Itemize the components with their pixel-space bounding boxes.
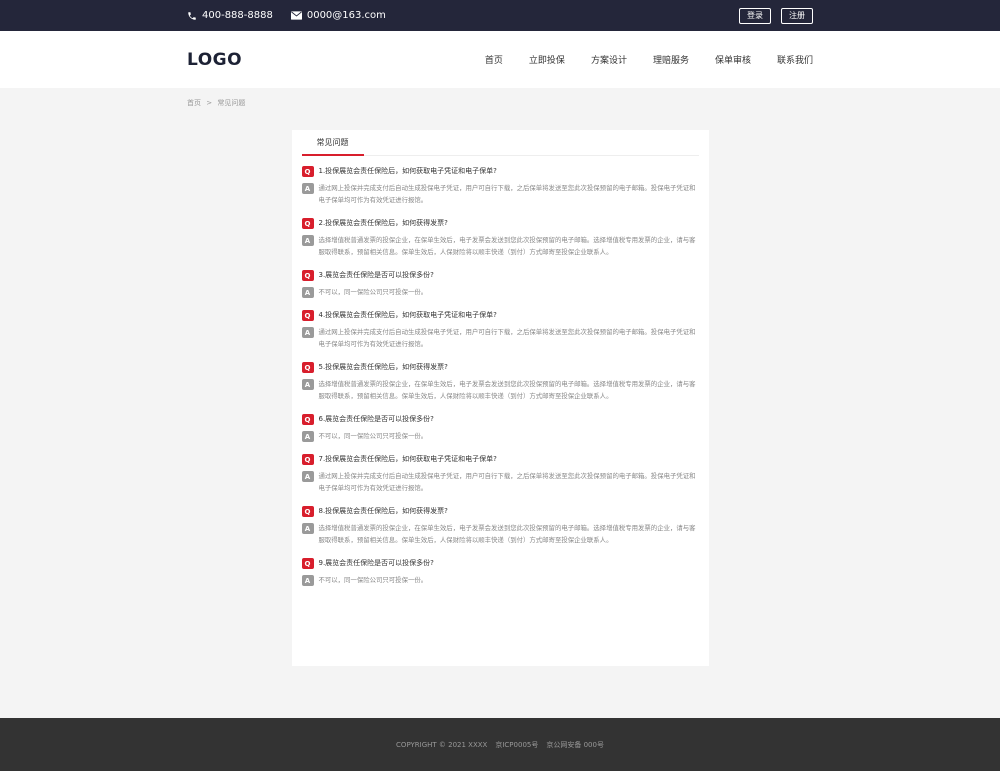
answer-badge: A xyxy=(301,523,314,534)
nav-item-contact[interactable]: 联系我们 xyxy=(777,53,813,66)
faq-item: Q 3.展览会责任保险是否可以投保多份? A 不可以，同一保险公司只可投保一份。 xyxy=(301,270,699,298)
question-badge: Q xyxy=(301,270,314,281)
breadcrumb: 首页 > 常见问题 xyxy=(187,88,813,130)
question-text: 8.投保展览会责任保险后，如何获得发票? xyxy=(318,507,448,515)
question-text: 3.展览会责任保险是否可以投保多份? xyxy=(318,271,434,279)
faq-item: Q 7.投保展览会责任保险后，如何获取电子凭证和电子保单? A 通过网上投保并完成支… xyxy=(301,454,699,494)
footer-copyright: COPYRIGHT © 2021 XXXX xyxy=(396,740,488,749)
nav-item-home[interactable]: 首页 xyxy=(485,53,503,66)
answer-text: 选择增值税普通发票的投保企业，在保单生效后，电子发票会发送到您此次投保预留的电子… xyxy=(318,524,696,544)
contact-info: 400-888-8888 0000@163.com xyxy=(187,10,404,21)
faq-item: Q 4.投保展览会责任保险后，如何获取电子凭证和电子保单? A 通过网上投保并完成支… xyxy=(301,310,699,350)
phone-contact: 400-888-8888 xyxy=(187,10,273,21)
question-text: 4.投保展览会责任保险后，如何获取电子凭证和电子保单? xyxy=(318,311,497,319)
answer-text: 不可以，同一保险公司只可投保一份。 xyxy=(318,576,428,584)
answer-text: 选择增值税普通发票的投保企业，在保单生效后，电子发票会发送到您此次投保预留的电子… xyxy=(318,380,696,400)
nav-item-insure-now[interactable]: 立即投保 xyxy=(529,53,565,66)
nav-item-claims[interactable]: 理赔服务 xyxy=(653,53,689,66)
question-badge: Q xyxy=(301,506,314,517)
answer-badge: A xyxy=(301,575,314,586)
question-text: 5.投保展览会责任保险后，如何获得发票? xyxy=(318,363,448,371)
nav-item-policy-review[interactable]: 保单审核 xyxy=(715,53,751,66)
site-logo[interactable]: LOGO xyxy=(187,50,242,70)
question-badge: Q xyxy=(301,166,314,177)
question-text: 2.投保展览会责任保险后，如何获得发票? xyxy=(318,219,448,227)
email-contact: 0000@163.com xyxy=(290,10,386,21)
auth-buttons: 登录 注册 xyxy=(729,7,813,24)
answer-badge: A xyxy=(301,471,314,482)
breadcrumb-home[interactable]: 首页 xyxy=(187,99,201,107)
faq-item: Q 8.投保展览会责任保险后，如何获得发票? A 选择增值税普通发票的投保企业，在保… xyxy=(301,506,699,546)
footer-police-record[interactable]: 京公网安备 000号 xyxy=(546,740,604,750)
answer-badge: A xyxy=(301,183,314,194)
faq-tabbar: 常见问题 xyxy=(301,130,699,156)
register-button[interactable]: 注册 xyxy=(781,7,813,24)
question-text: 6.展览会责任保险是否可以投保多份? xyxy=(318,415,434,423)
answer-text: 不可以，同一保险公司只可投保一份。 xyxy=(318,432,428,440)
mail-icon xyxy=(290,11,302,20)
answer-text: 通过网上投保并完成支付后自动生成投保电子凭证，用户可自行下载，之后保单将发送至您… xyxy=(318,472,696,492)
answer-text: 通过网上投保并完成支付后自动生成投保电子凭证，用户可自行下载，之后保单将发送至您… xyxy=(318,184,696,204)
question-text: 7.投保展览会责任保险后，如何获取电子凭证和电子保单? xyxy=(318,455,497,463)
faq-item: Q 5.投保展览会责任保险后，如何获得发票? A 选择增值税普通发票的投保企业，在保… xyxy=(301,362,699,402)
phone-number: 400-888-8888 xyxy=(202,10,273,21)
answer-badge: A xyxy=(301,431,314,442)
top-bar: 400-888-8888 0000@163.com 登录 注册 xyxy=(0,0,1000,31)
breadcrumb-separator: > xyxy=(206,99,213,107)
faq-panel: 常见问题 Q 1.投保展览会责任保险后，如何获取电子凭证和电子保单? A 通过网上投… xyxy=(291,130,709,666)
question-badge: Q xyxy=(301,414,314,425)
question-text: 1.投保展览会责任保险后，如何获取电子凭证和电子保单? xyxy=(318,167,497,175)
email-address: 0000@163.com xyxy=(306,10,386,21)
tab-faq[interactable]: 常见问题 xyxy=(301,130,364,156)
site-footer: COPYRIGHT © 2021 XXXX 京ICP0005号 京公网安备 00… xyxy=(0,718,1000,771)
breadcrumb-current: 常见问题 xyxy=(217,99,246,107)
question-text: 9.展览会责任保险是否可以投保多份? xyxy=(318,559,434,567)
question-badge: Q xyxy=(301,310,314,321)
main-nav: 首页 立即投保 方案设计 理赔服务 保单审核 联系我们 xyxy=(459,53,813,66)
faq-item: Q 9.展览会责任保险是否可以投保多份? A 不可以，同一保险公司只可投保一份。 xyxy=(301,558,699,586)
answer-badge: A xyxy=(301,327,314,338)
site-header: LOGO 首页 立即投保 方案设计 理赔服务 保单审核 联系我们 xyxy=(0,31,1000,88)
question-badge: Q xyxy=(301,218,314,229)
footer-icp[interactable]: 京ICP0005号 xyxy=(495,740,538,750)
faq-item: Q 2.投保展览会责任保险后，如何获得发票? A 选择增值税普通发票的投保企业，在保… xyxy=(301,218,699,258)
nav-item-plan-design[interactable]: 方案设计 xyxy=(591,53,627,66)
answer-text: 选择增值税普通发票的投保企业，在保单生效后，电子发票会发送到您此次投保预留的电子… xyxy=(318,236,696,256)
faq-item: Q 6.展览会责任保险是否可以投保多份? A 不可以，同一保险公司只可投保一份。 xyxy=(301,414,699,442)
answer-badge: A xyxy=(301,287,314,298)
faq-item: Q 1.投保展览会责任保险后，如何获取电子凭证和电子保单? A 通过网上投保并完成支… xyxy=(301,166,699,206)
answer-text: 不可以，同一保险公司只可投保一份。 xyxy=(318,288,428,296)
login-button[interactable]: 登录 xyxy=(739,7,771,24)
question-badge: Q xyxy=(301,454,314,465)
question-badge: Q xyxy=(301,362,314,373)
question-badge: Q xyxy=(301,558,314,569)
answer-badge: A xyxy=(301,235,314,246)
phone-icon xyxy=(188,11,196,20)
faq-list: Q 1.投保展览会责任保险后，如何获取电子凭证和电子保单? A 通过网上投保并完成支… xyxy=(301,156,699,586)
answer-badge: A xyxy=(301,379,314,390)
answer-text: 通过网上投保并完成支付后自动生成投保电子凭证，用户可自行下载，之后保单将发送至您… xyxy=(318,328,696,348)
